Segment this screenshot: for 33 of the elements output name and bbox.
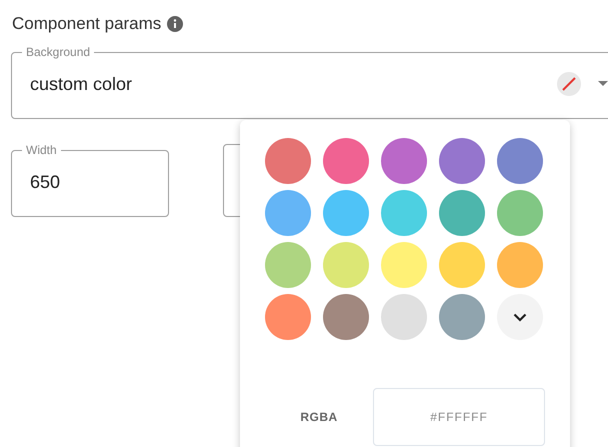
more-colors-button[interactable]: [497, 294, 543, 340]
color-swatch[interactable]: [323, 138, 369, 184]
color-swatch[interactable]: [497, 138, 543, 184]
color-swatch[interactable]: [265, 138, 311, 184]
color-swatch[interactable]: [265, 294, 311, 340]
hex-input[interactable]: #FFFFFF: [373, 388, 545, 446]
color-swatch[interactable]: [439, 190, 485, 236]
color-swatch[interactable]: [265, 190, 311, 236]
info-icon[interactable]: [167, 16, 184, 32]
color-swatch[interactable]: [265, 242, 311, 288]
color-swatch[interactable]: [497, 242, 543, 288]
color-swatch[interactable]: [381, 190, 427, 236]
field-label: Width: [25, 144, 58, 156]
width-field[interactable]: Width 650: [11, 144, 169, 217]
field-label: Background: [25, 46, 92, 58]
background-select[interactable]: Background custom color: [11, 46, 608, 119]
field-value: custom color: [30, 74, 134, 94]
format-label[interactable]: RGBA: [265, 410, 374, 424]
color-swatch[interactable]: [323, 294, 369, 340]
color-swatch[interactable]: [439, 294, 485, 340]
color-swatch[interactable]: [381, 242, 427, 288]
color-swatch[interactable]: [439, 138, 485, 184]
color-swatch[interactable]: [497, 190, 543, 236]
color-swatch[interactable]: [323, 190, 369, 236]
chevron-down-icon: [513, 312, 527, 322]
no-color-icon: [554, 69, 584, 99]
color-swatch[interactable]: [439, 242, 485, 288]
section-title: Component params: [12, 14, 162, 34]
color-swatch[interactable]: [381, 138, 427, 184]
field-value: 650: [30, 172, 62, 192]
color-swatch[interactable]: [381, 294, 427, 340]
caret-icon[interactable]: [598, 81, 608, 87]
color-swatch[interactable]: [323, 242, 369, 288]
